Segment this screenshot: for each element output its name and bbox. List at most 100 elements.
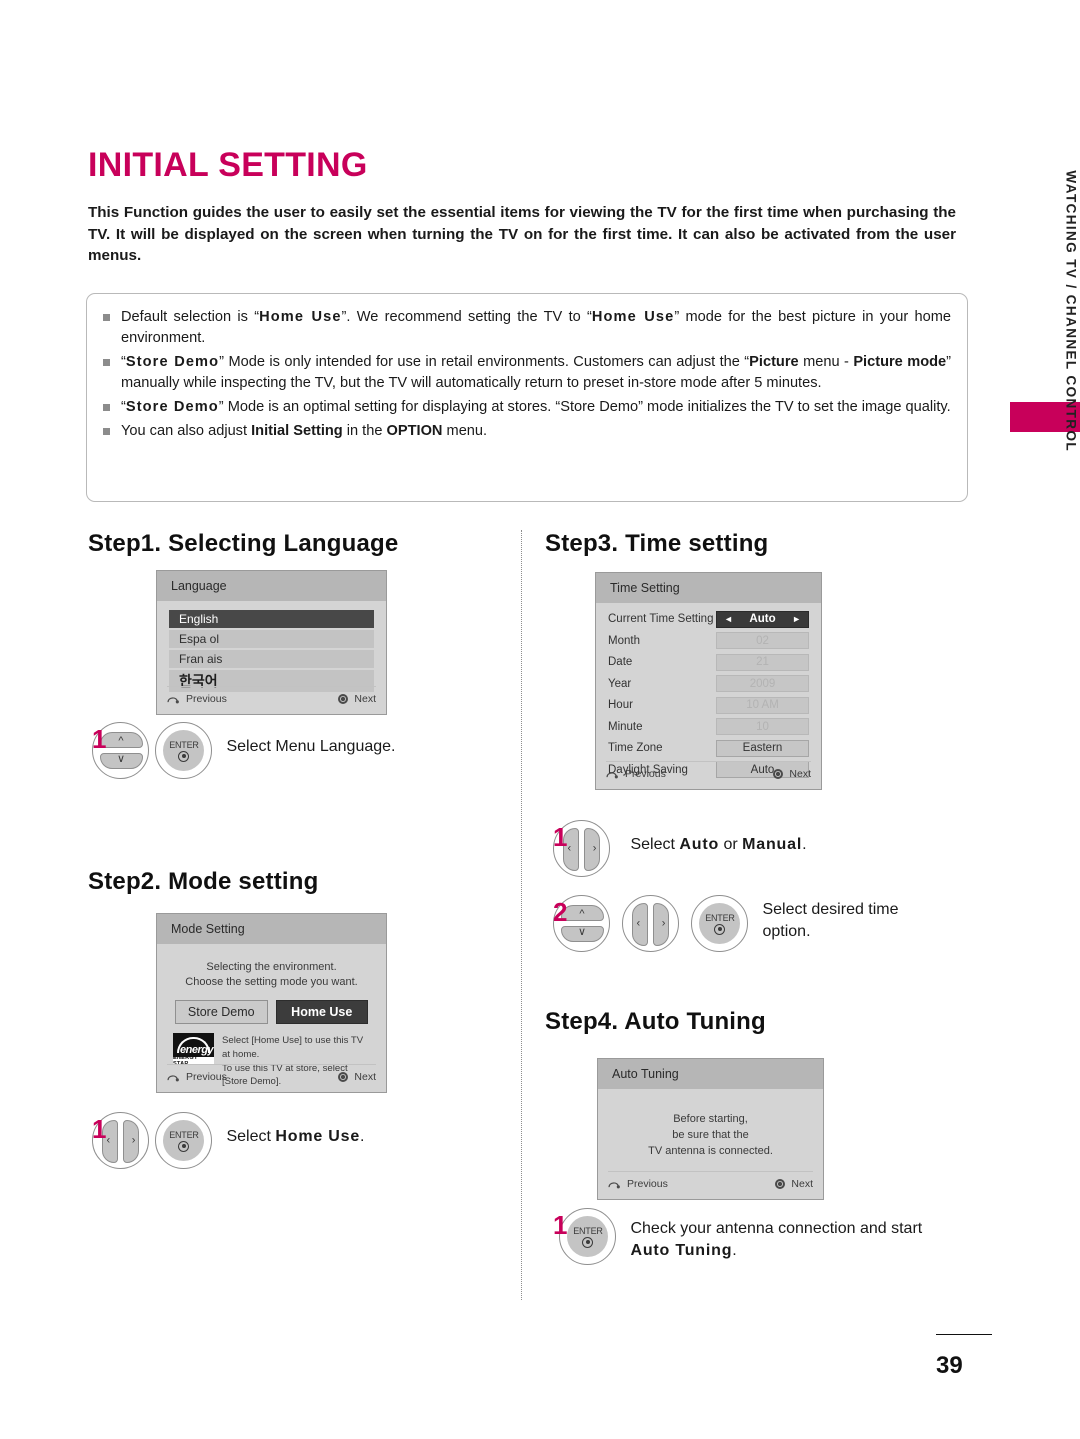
step1-instruction-text: Select Menu Language. <box>226 738 396 755</box>
chevron-left-icon: ‹ <box>567 842 572 854</box>
step2-instruction-row: 1 ‹ › ENTER Select Home Use. <box>92 1112 365 1169</box>
energy-star-icon: energy ENERGY STAR <box>173 1032 214 1065</box>
auto-tuning-body: Before starting, be sure that the TV ant… <box>598 1089 823 1160</box>
table-row: Current Time Setting ◄ Auto ► <box>608 609 809 630</box>
step-number: 1 <box>553 1210 568 1240</box>
list-item: Default selection is “Home Use”. We reco… <box>101 307 951 349</box>
list-item: You can also adjust Initial Setting in t… <box>101 421 951 442</box>
row-label: Current Time Setting <box>608 613 714 626</box>
instruction-line1: Check your antenna connection and start <box>630 1220 923 1237</box>
chevron-down-icon: ∨ <box>577 926 586 938</box>
language-option-french[interactable]: Fran ais <box>169 650 374 668</box>
msg-line2: be sure that the <box>672 1128 749 1141</box>
instruction-line2: Auto Tuning. <box>630 1240 922 1262</box>
previous-button[interactable]: Previous <box>608 1178 668 1190</box>
step-number: 2 <box>553 897 568 927</box>
arrow-right-icon[interactable]: ► <box>792 614 801 624</box>
time-zone-value[interactable]: Eastern <box>716 739 809 757</box>
note-text: You can also adjust Initial Setting in t… <box>121 423 488 439</box>
notes-list: Default selection is “Home Use”. We reco… <box>87 294 967 442</box>
previous-button[interactable]: Previous <box>167 1071 227 1083</box>
instruction-line1: Select desired time <box>762 901 899 918</box>
list-item: “Store Demo” Mode is an optimal setting … <box>101 397 951 418</box>
bullet-icon <box>103 359 110 366</box>
osd-title: Mode Setting <box>157 914 386 944</box>
row-label: Year <box>608 677 632 690</box>
note-text: “Store Demo” Mode is only intended for u… <box>121 354 952 391</box>
bullet-icon <box>103 404 110 411</box>
row-label: Hour <box>608 699 633 712</box>
osd-footer: Previous Next <box>167 686 376 708</box>
next-label: Next <box>791 1178 813 1190</box>
ok-dot-icon <box>338 1072 349 1082</box>
left-right-wheel-button[interactable]: ‹ › <box>622 895 680 952</box>
enter-button[interactable]: ENTER <box>155 1112 213 1169</box>
step4-heading: Step4. Auto Tuning <box>545 1008 766 1035</box>
chevron-down-icon: ∨ <box>116 753 125 765</box>
home-use-button[interactable]: Home Use <box>275 999 368 1024</box>
ok-dot-icon <box>773 769 784 779</box>
step3-instruction-row-1: 1 ‹ › Select Auto or Manual. <box>553 820 807 877</box>
return-arrow-icon <box>167 1075 179 1082</box>
enter-button[interactable]: ENTER <box>559 1208 617 1265</box>
enter-inner: ENTER <box>163 730 205 771</box>
enter-label: ENTER <box>169 1129 199 1140</box>
enter-button[interactable]: ENTER <box>691 895 749 952</box>
instruction-bold: Home Use <box>275 1128 361 1145</box>
mode-description: Selecting the environment. Choose the se… <box>169 960 374 990</box>
table-row: Hour 10 AM <box>608 695 809 716</box>
row-label: Date <box>608 656 633 669</box>
return-arrow-icon <box>608 1182 620 1189</box>
year-value[interactable]: 2009 <box>716 675 809 693</box>
step1-instruction-row: 1 ^ ∨ ENTER Select Menu Language. <box>92 722 395 779</box>
note-text: Default selection is “Home Use”. We reco… <box>121 309 951 346</box>
hour-value[interactable]: 10 AM <box>716 696 809 714</box>
notes-box: Default selection is “Home Use”. We reco… <box>86 293 968 502</box>
month-value[interactable]: 02 <box>716 632 809 650</box>
column-divider <box>521 530 522 1300</box>
enter-dot-icon <box>178 1140 190 1152</box>
arrow-left-icon[interactable]: ◄ <box>724 614 733 624</box>
previous-label: Previous <box>627 1178 668 1190</box>
next-button[interactable]: Next <box>338 693 376 705</box>
current-time-setting-value[interactable]: ◄ Auto ► <box>716 610 809 628</box>
previous-button[interactable]: Previous <box>167 693 227 705</box>
language-option-english[interactable]: English <box>169 610 374 628</box>
date-value[interactable]: 21 <box>716 653 809 671</box>
return-arrow-icon <box>606 772 618 779</box>
mode-desc-line1: Selecting the environment. <box>206 961 337 973</box>
next-button[interactable]: Next <box>773 768 811 780</box>
auto-tuning-osd-panel: Auto Tuning Before starting, be sure tha… <box>597 1058 824 1200</box>
ok-dot-icon <box>775 1179 786 1189</box>
chevron-up-icon: ^ <box>579 908 585 920</box>
language-option-spanish[interactable]: Espa ol <box>169 630 374 648</box>
chevron-left-icon: ‹ <box>106 1134 111 1146</box>
left-pad[interactable] <box>632 903 649 946</box>
table-row: Date 21 <box>608 652 809 673</box>
mode-setting-osd-panel: Mode Setting Selecting the environment. … <box>156 913 387 1093</box>
page-title: INITIAL SETTING <box>88 146 368 184</box>
msg-line3: TV antenna is connected. <box>648 1144 773 1157</box>
section-label: WATCHING TV / CHANNEL CONTROL <box>1064 170 1079 452</box>
row-label: Time Zone <box>608 742 663 755</box>
step4-instruction-row: 1 ENTER Check your antenna connection an… <box>553 1208 922 1265</box>
enter-label: ENTER <box>705 912 735 923</box>
store-demo-button[interactable]: Store Demo <box>175 999 268 1024</box>
language-option-list: English Espa ol Fran ais 한국어 <box>157 601 386 692</box>
next-button[interactable]: Next <box>775 1178 813 1190</box>
instruction-prefix: Select <box>630 836 680 853</box>
next-button[interactable]: Next <box>338 1071 376 1083</box>
instruction-mid: or <box>719 836 743 853</box>
enter-button[interactable]: ENTER <box>155 722 213 779</box>
next-label: Next <box>354 693 376 705</box>
minute-value[interactable]: 10 <box>716 718 809 736</box>
row-label: Month <box>608 634 640 647</box>
step2-instruction-text: Select Home Use. <box>226 1112 364 1148</box>
instruction-line2: option. <box>762 922 811 940</box>
auto-tuning-message: Before starting, be sure that the TV ant… <box>610 1112 811 1160</box>
chevron-up-icon: ^ <box>118 735 124 747</box>
table-row: Time Zone Eastern <box>608 738 809 759</box>
step-number: 1 <box>92 724 107 754</box>
previous-button[interactable]: Previous <box>606 768 666 780</box>
instruction-suffix: . <box>360 1128 365 1145</box>
